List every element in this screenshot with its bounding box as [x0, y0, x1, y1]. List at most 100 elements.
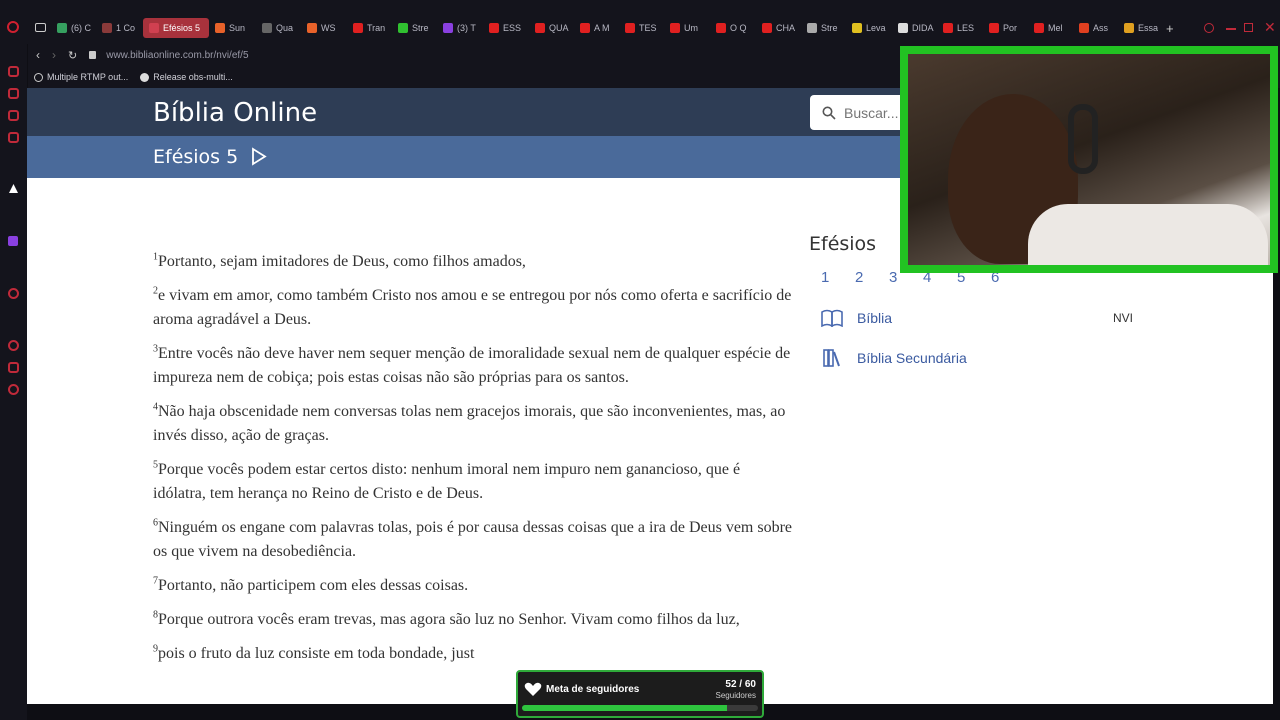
- browser-tab[interactable]: Essa: [1124, 18, 1164, 38]
- tab-label: 1 Co: [116, 23, 136, 33]
- browser-tab[interactable]: LES: [943, 18, 983, 38]
- tab-label: ESS: [503, 23, 522, 33]
- lock-icon: [89, 51, 97, 59]
- tab-label: Sun: [229, 23, 246, 33]
- tab-favicon-icon: [807, 23, 817, 33]
- browser-tab[interactable]: Ass: [1079, 18, 1119, 38]
- browser-tab-bar: (6) C 1 Co Efésios 5 Sun Qua WS Tran Stre (3) T E…: [0, 0, 1280, 44]
- sidebar-messenger-icon[interactable]: [8, 110, 19, 121]
- verses-list: 1Portanto, sejam imitadores de Deus, com…: [153, 250, 793, 676]
- new-tab-button[interactable]: +: [1166, 21, 1174, 36]
- browser-tab[interactable]: Stre: [807, 18, 847, 38]
- chapter-title: Efésios 5: [153, 146, 239, 168]
- tab-label: Qua: [276, 23, 294, 33]
- sidebar-clock-icon[interactable]: [8, 288, 19, 299]
- verse[interactable]: 1Portanto, sejam imitadores de Deus, com…: [153, 250, 793, 274]
- verse[interactable]: 8Porque outrora vocês eram trevas, mas a…: [153, 608, 793, 632]
- tab-label: O Q: [730, 23, 747, 33]
- browser-tab[interactable]: Qua: [262, 18, 302, 38]
- reload-icon[interactable]: ↻: [68, 49, 77, 62]
- browser-tab[interactable]: CHA: [762, 18, 802, 38]
- tab-favicon-icon: [307, 23, 317, 33]
- verse-text: Porque outrora vocês eram trevas, mas ag…: [158, 611, 740, 628]
- sidebar-history-icon[interactable]: [8, 340, 19, 351]
- verse[interactable]: 7Portanto, não participem com eles dessa…: [153, 574, 793, 598]
- browser-tab[interactable]: (3) T: [443, 18, 483, 38]
- play-audio-icon[interactable]: [251, 147, 267, 166]
- browser-tab[interactable]: Leva: [852, 18, 892, 38]
- browser-tab[interactable]: (6) C: [57, 18, 97, 38]
- tab-label: Stre: [412, 23, 429, 33]
- browser-tab[interactable]: Tran: [353, 18, 393, 38]
- heart-icon: [524, 682, 542, 696]
- verse-text: e vivam em amor, como também Cristo nos …: [153, 287, 792, 328]
- sidebar-bookmark-icon[interactable]: [8, 88, 19, 99]
- maximize-icon[interactable]: [1244, 23, 1253, 32]
- tab-favicon-icon: [943, 23, 953, 33]
- tab-favicon-icon: [852, 23, 862, 33]
- chapter-link[interactable]: 1: [821, 269, 855, 286]
- tab-favicon-icon: [670, 23, 680, 33]
- sidebar-extensions-icon[interactable]: [8, 362, 19, 373]
- verse[interactable]: 5Porque vocês podem estar certos disto: …: [153, 458, 793, 506]
- browser-tab[interactable]: Um: [670, 18, 710, 38]
- tab-label: WS: [321, 23, 336, 33]
- forward-icon[interactable]: ›: [52, 48, 56, 62]
- browser-tab[interactable]: 1 Co: [102, 18, 142, 38]
- tab-label: Por: [1003, 23, 1018, 33]
- tab-label: LES: [957, 23, 975, 33]
- tab-label: (6) C: [71, 23, 91, 33]
- tab-label: Tran: [367, 23, 386, 33]
- back-icon[interactable]: ‹: [36, 48, 40, 62]
- browser-tab[interactable]: Sun: [215, 18, 255, 38]
- close-window-icon[interactable]: ✕: [1264, 19, 1276, 36]
- tab-label: Essa: [1138, 23, 1159, 33]
- browser-tab[interactable]: TES: [625, 18, 665, 38]
- chapter-link[interactable]: 2: [855, 269, 889, 286]
- webcam-overlay: [900, 46, 1278, 273]
- search-icon: [822, 106, 836, 120]
- sidebar-settings-icon[interactable]: [8, 384, 19, 395]
- tab-overview-icon[interactable]: [35, 23, 46, 32]
- verse[interactable]: 3Entre vocês não deve haver nem sequer m…: [153, 342, 793, 390]
- tab-label: Efésios 5: [163, 23, 201, 33]
- sidebar-app-icon[interactable]: [9, 184, 18, 193]
- browser-tab[interactable]: Stre: [398, 18, 438, 38]
- tab-favicon-icon: [898, 23, 908, 33]
- tab-favicon-icon: [57, 23, 67, 33]
- sidebar-home-icon[interactable]: [8, 66, 19, 77]
- tab-favicon-icon: [262, 23, 272, 33]
- bookmark-item[interactable]: Release obs-multi...: [140, 72, 233, 82]
- tab-label: Leva: [866, 23, 886, 33]
- sidebar-mail-icon[interactable]: [8, 132, 19, 143]
- browser-tab[interactable]: DIDA: [898, 18, 938, 38]
- browser-tab[interactable]: WS: [307, 18, 347, 38]
- bookmark-item[interactable]: Multiple RTMP out...: [34, 72, 128, 82]
- browser-tab[interactable]: Mel: [1034, 18, 1074, 38]
- browser-tab[interactable]: QUA: [535, 18, 575, 38]
- browser-tab[interactable]: Efésios 5: [143, 18, 209, 38]
- site-title[interactable]: Bíblia Online: [153, 98, 317, 128]
- search-tabs-icon[interactable]: [1204, 23, 1214, 33]
- tab-favicon-icon: [1034, 23, 1044, 33]
- minimize-icon[interactable]: [1226, 28, 1236, 30]
- verse[interactable]: 9pois o fruto da luz consiste em toda bo…: [153, 642, 793, 666]
- tab-favicon-icon: [989, 23, 999, 33]
- verse-text: Ninguém os engane com palavras tolas, po…: [153, 519, 793, 560]
- browser-tab[interactable]: A M: [580, 18, 620, 38]
- browser-logo-icon[interactable]: [7, 21, 19, 33]
- verse[interactable]: 6Ninguém os engane com palavras tolas, p…: [153, 516, 793, 564]
- sidebar-twitch-icon[interactable]: [8, 236, 18, 246]
- bible-version-link[interactable]: Bíblia NVI: [821, 309, 1133, 327]
- tab-label: Stre: [821, 23, 838, 33]
- tab-favicon-icon: [625, 23, 635, 33]
- secondary-bible-link[interactable]: Bíblia Secundária: [821, 349, 1133, 367]
- browser-tab[interactable]: O Q: [716, 18, 756, 38]
- url-field[interactable]: www.bibliaonline.com.br/nvi/ef/5: [106, 50, 248, 61]
- browser-tab[interactable]: ESS: [489, 18, 529, 38]
- verse-text: pois o fruto da luz consiste em toda bon…: [158, 645, 475, 662]
- verse[interactable]: 2e vivam em amor, como também Cristo nos…: [153, 284, 793, 332]
- browser-tab[interactable]: Por: [989, 18, 1029, 38]
- tab-favicon-icon: [1079, 23, 1089, 33]
- verse[interactable]: 4Não haja obscenidade nem conversas tola…: [153, 400, 793, 448]
